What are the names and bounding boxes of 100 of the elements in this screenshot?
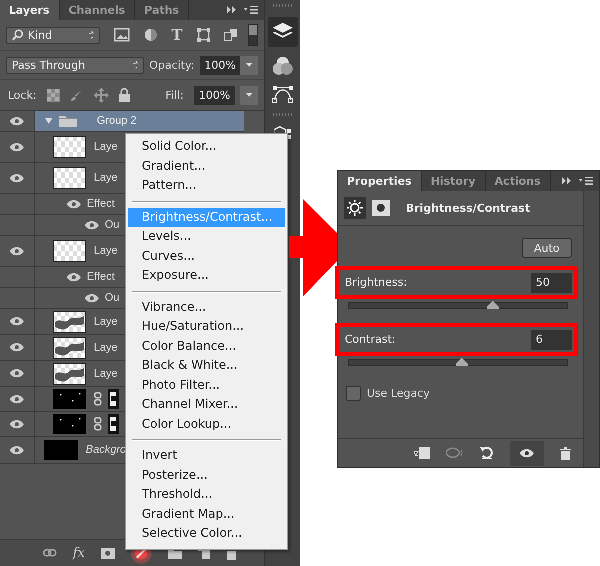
eye-icon[interactable] <box>10 246 24 256</box>
collapse-arrow-icon[interactable] <box>45 118 53 124</box>
adjustment-button[interactable] <box>344 197 366 219</box>
lock-label: Lock: <box>8 88 37 102</box>
value-field[interactable]: 6 <box>531 330 572 350</box>
eye-icon[interactable] <box>67 272 81 282</box>
layer-thumbnail <box>53 414 86 434</box>
scrollbar[interactable] <box>583 191 599 467</box>
mask-icon[interactable] <box>372 200 390 216</box>
eye-icon[interactable] <box>10 343 24 352</box>
filter-dropdown[interactable]: Kind <box>6 26 100 44</box>
brush-icon[interactable] <box>70 88 84 102</box>
menu-icon[interactable] <box>579 176 593 186</box>
caret-icon <box>246 63 253 67</box>
menu-item[interactable]: Gradient Map... <box>128 504 285 524</box>
filter-toggle[interactable] <box>248 24 258 46</box>
eye-icon[interactable] <box>10 142 24 152</box>
layer-row[interactable]: Group 2 <box>0 111 244 132</box>
layer-thumbnail <box>44 440 78 460</box>
eye-icon[interactable] <box>10 369 24 378</box>
pen-path-icon[interactable] <box>272 85 294 103</box>
search-icon <box>12 29 24 41</box>
slider-thumb[interactable] <box>486 301 499 309</box>
move-icon[interactable] <box>94 88 109 102</box>
panel-tab[interactable]: Properties <box>338 171 422 191</box>
layer-thumbnail <box>53 389 86 409</box>
effect-name: Ou <box>105 219 120 231</box>
trash-icon[interactable] <box>560 446 571 460</box>
checkbox-label: Use Legacy <box>367 387 430 400</box>
eye-icon[interactable] <box>10 394 24 404</box>
fill-field[interactable]: 100% <box>194 86 235 104</box>
reset-icon[interactable] <box>480 446 494 460</box>
slider-label: Brightness: <box>345 276 408 289</box>
menu-item[interactable]: Color Lookup... <box>128 414 285 434</box>
layer-name: Laye <box>94 172 118 184</box>
effects-label: Effect <box>87 271 115 283</box>
layer-name: Backgro <box>86 444 126 456</box>
menu-icon[interactable] <box>244 5 258 15</box>
slider-track[interactable] <box>348 302 568 309</box>
menu-item[interactable]: Threshold... <box>128 485 285 504</box>
menu-item[interactable]: Channel Mixer... <box>128 395 285 414</box>
lock-icon[interactable] <box>118 88 130 102</box>
dropdown-button[interactable] <box>240 86 258 104</box>
visibility-button[interactable] <box>510 440 544 466</box>
effects-icon[interactable]: fx <box>73 546 86 560</box>
eye-icon[interactable] <box>85 220 99 230</box>
mask-thumbnail <box>108 414 119 434</box>
image-icon[interactable] <box>114 28 130 42</box>
eye-icon[interactable] <box>10 420 24 428</box>
sun-icon <box>347 200 363 216</box>
eye-icon[interactable] <box>10 446 24 454</box>
layers-icon <box>272 23 292 41</box>
eye-icon[interactable] <box>67 200 81 208</box>
folder-icon[interactable] <box>168 548 182 558</box>
checkbox[interactable] <box>346 386 361 401</box>
layer-name: Group 2 <box>97 115 137 127</box>
mask-thumbnail <box>108 389 119 409</box>
transparency-thumbnail <box>53 336 86 358</box>
layer-name: Laye <box>94 316 118 328</box>
blend-mode-dropdown[interactable]: Pass Through <box>6 56 144 74</box>
panel-tab[interactable]: Layers <box>0 0 60 20</box>
menu-item[interactable]: Posterize... <box>128 466 285 485</box>
mask-icon[interactable] <box>101 548 116 558</box>
opacity-field[interactable]: 100% <box>200 56 240 74</box>
transparency-thumbnail <box>53 310 86 332</box>
layer-name: Laye <box>94 368 118 380</box>
clip-icon[interactable] <box>414 446 430 460</box>
eye-icon[interactable] <box>10 174 24 182</box>
menu-item[interactable]: Selective Color... <box>128 524 285 544</box>
expand-icon[interactable] <box>561 176 573 186</box>
value-field[interactable]: 50 <box>531 272 572 292</box>
expand-icon[interactable] <box>226 5 238 15</box>
auto-button[interactable]: Auto <box>522 238 572 258</box>
link-icon[interactable] <box>43 549 57 557</box>
link-icon[interactable] <box>94 417 102 431</box>
checker-icon[interactable] <box>46 88 60 102</box>
layer-name: Laye <box>94 245 118 257</box>
opacity-label: Opacity: <box>149 58 195 72</box>
transparency-thumbnail <box>53 167 86 189</box>
layer-name: Laye <box>94 141 118 153</box>
eye-icon <box>520 448 534 458</box>
layers-dock-button[interactable] <box>268 17 298 47</box>
type-icon[interactable]: T <box>172 28 183 42</box>
shape-icon[interactable] <box>196 28 210 42</box>
link-icon[interactable] <box>94 392 102 406</box>
circle-icon[interactable] <box>144 28 158 42</box>
document-icon[interactable] <box>224 28 238 42</box>
slider-label: Contrast: <box>345 333 396 346</box>
caret-icon <box>246 93 252 97</box>
dropdown-button[interactable] <box>240 56 258 74</box>
slider-thumb[interactable] <box>456 358 468 366</box>
slider-track[interactable] <box>348 359 568 366</box>
channels-icon[interactable] <box>272 57 292 75</box>
panel-title: Brightness/Contrast <box>406 202 530 214</box>
effects-label: Effect <box>87 198 115 210</box>
eye-icon[interactable] <box>10 116 24 126</box>
transparency-thumbnail <box>53 240 86 262</box>
eye-icon[interactable] <box>85 294 99 302</box>
eye-icon[interactable] <box>10 317 24 326</box>
transparency-thumbnail <box>53 362 86 384</box>
